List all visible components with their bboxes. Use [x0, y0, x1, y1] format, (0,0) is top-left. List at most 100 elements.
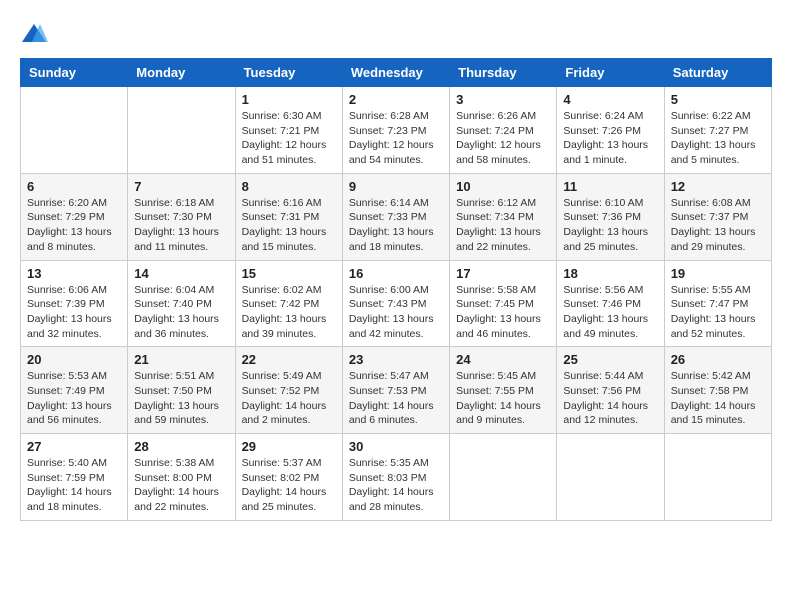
day-info: Sunrise: 6:30 AM Sunset: 7:21 PM Dayligh…	[242, 109, 336, 168]
calendar-cell	[557, 434, 664, 521]
calendar-cell: 10 Sunrise: 6:12 AM Sunset: 7:34 PM Dayli…	[450, 173, 557, 260]
day-header-sunday: Sunday	[21, 59, 128, 87]
calendar-cell: 16 Sunrise: 6:00 AM Sunset: 7:43 PM Dayli…	[342, 260, 449, 347]
day-number: 19	[671, 266, 765, 281]
day-number: 11	[563, 179, 657, 194]
day-number: 26	[671, 352, 765, 367]
day-info: Sunrise: 6:18 AM Sunset: 7:30 PM Dayligh…	[134, 196, 228, 255]
calendar-cell: 26 Sunrise: 5:42 AM Sunset: 7:58 PM Dayli…	[664, 347, 771, 434]
calendar-cell: 9 Sunrise: 6:14 AM Sunset: 7:33 PM Daylig…	[342, 173, 449, 260]
calendar-cell: 14Sunrise: 6:04 AM Sunset: 7:40 PM Dayli…	[128, 260, 235, 347]
day-number: 28	[134, 439, 228, 454]
calendar-cell: 23Sunrise: 5:47 AM Sunset: 7:53 PM Dayli…	[342, 347, 449, 434]
day-info: Sunrise: 6:08 AM Sunset: 7:37 PM Dayligh…	[671, 196, 765, 255]
day-number: 3	[456, 92, 550, 107]
day-number: 13	[27, 266, 121, 281]
day-info: Sunrise: 5:42 AM Sunset: 7:58 PM Dayligh…	[671, 369, 765, 428]
day-number: 23	[349, 352, 443, 367]
calendar-cell: 15 Sunrise: 6:02 AM Sunset: 7:42 PM Dayli…	[235, 260, 342, 347]
day-header-monday: Monday	[128, 59, 235, 87]
day-number: 20	[27, 352, 121, 367]
calendar-cell: 17Sunrise: 5:58 AM Sunset: 7:45 PM Dayli…	[450, 260, 557, 347]
day-info: Sunrise: 6:28 AM Sunset: 7:23 PM Dayligh…	[349, 109, 443, 168]
calendar-cell: 12 Sunrise: 6:08 AM Sunset: 7:37 PM Dayli…	[664, 173, 771, 260]
calendar-cell: 25 Sunrise: 5:44 AM Sunset: 7:56 PM Dayli…	[557, 347, 664, 434]
calendar-cell	[128, 87, 235, 174]
calendar-week-5: 27 Sunrise: 5:40 AM Sunset: 7:59 PM Dayli…	[21, 434, 772, 521]
day-info: Sunrise: 6:22 AM Sunset: 7:27 PM Dayligh…	[671, 109, 765, 168]
calendar-week-4: 20 Sunrise: 5:53 AM Sunset: 7:49 PM Dayli…	[21, 347, 772, 434]
day-header-friday: Friday	[557, 59, 664, 87]
logo-icon	[20, 20, 48, 48]
day-info: Sunrise: 5:40 AM Sunset: 7:59 PM Dayligh…	[27, 456, 121, 515]
day-number: 27	[27, 439, 121, 454]
logo	[20, 20, 52, 48]
calendar-cell: 22 Sunrise: 5:49 AM Sunset: 7:52 PM Dayli…	[235, 347, 342, 434]
day-info: Sunrise: 6:04 AM Sunset: 7:40 PM Dayligh…	[134, 283, 228, 342]
calendar-table: SundayMondayTuesdayWednesdayThursdayFrid…	[20, 58, 772, 521]
calendar-week-2: 6 Sunrise: 6:20 AM Sunset: 7:29 PM Daylig…	[21, 173, 772, 260]
day-info: Sunrise: 6:20 AM Sunset: 7:29 PM Dayligh…	[27, 196, 121, 255]
day-header-saturday: Saturday	[664, 59, 771, 87]
calendar-body: 1 Sunrise: 6:30 AM Sunset: 7:21 PM Daylig…	[21, 87, 772, 521]
calendar-cell	[450, 434, 557, 521]
day-number: 6	[27, 179, 121, 194]
day-number: 17	[456, 266, 550, 281]
day-info: Sunrise: 6:00 AM Sunset: 7:43 PM Dayligh…	[349, 283, 443, 342]
calendar-cell: 4 Sunrise: 6:24 AM Sunset: 7:26 PM Daylig…	[557, 87, 664, 174]
calendar-cell: 8 Sunrise: 6:16 AM Sunset: 7:31 PM Daylig…	[235, 173, 342, 260]
calendar-cell: 18Sunrise: 5:56 AM Sunset: 7:46 PM Dayli…	[557, 260, 664, 347]
calendar-cell: 20 Sunrise: 5:53 AM Sunset: 7:49 PM Dayli…	[21, 347, 128, 434]
day-header-row: SundayMondayTuesdayWednesdayThursdayFrid…	[21, 59, 772, 87]
day-header-thursday: Thursday	[450, 59, 557, 87]
day-info: Sunrise: 6:12 AM Sunset: 7:34 PM Dayligh…	[456, 196, 550, 255]
day-number: 12	[671, 179, 765, 194]
day-info: Sunrise: 6:26 AM Sunset: 7:24 PM Dayligh…	[456, 109, 550, 168]
calendar-cell	[664, 434, 771, 521]
calendar-cell: 2Sunrise: 6:28 AM Sunset: 7:23 PM Daylig…	[342, 87, 449, 174]
day-number: 21	[134, 352, 228, 367]
calendar-cell: 5Sunrise: 6:22 AM Sunset: 7:27 PM Daylig…	[664, 87, 771, 174]
day-number: 22	[242, 352, 336, 367]
day-number: 7	[134, 179, 228, 194]
day-number: 10	[456, 179, 550, 194]
calendar-cell: 3 Sunrise: 6:26 AM Sunset: 7:24 PM Daylig…	[450, 87, 557, 174]
day-number: 24	[456, 352, 550, 367]
day-number: 1	[242, 92, 336, 107]
day-number: 16	[349, 266, 443, 281]
day-info: Sunrise: 5:37 AM Sunset: 8:02 PM Dayligh…	[242, 456, 336, 515]
day-info: Sunrise: 5:49 AM Sunset: 7:52 PM Dayligh…	[242, 369, 336, 428]
day-info: Sunrise: 6:16 AM Sunset: 7:31 PM Dayligh…	[242, 196, 336, 255]
calendar-cell: 29 Sunrise: 5:37 AM Sunset: 8:02 PM Dayli…	[235, 434, 342, 521]
day-number: 29	[242, 439, 336, 454]
calendar-cell: 24Sunrise: 5:45 AM Sunset: 7:55 PM Dayli…	[450, 347, 557, 434]
calendar-cell: 13 Sunrise: 6:06 AM Sunset: 7:39 PM Dayli…	[21, 260, 128, 347]
calendar-week-3: 13 Sunrise: 6:06 AM Sunset: 7:39 PM Dayli…	[21, 260, 772, 347]
calendar-cell: 11 Sunrise: 6:10 AM Sunset: 7:36 PM Dayli…	[557, 173, 664, 260]
calendar-cell: 19Sunrise: 5:55 AM Sunset: 7:47 PM Dayli…	[664, 260, 771, 347]
calendar-cell: 28Sunrise: 5:38 AM Sunset: 8:00 PM Dayli…	[128, 434, 235, 521]
day-info: Sunrise: 5:44 AM Sunset: 7:56 PM Dayligh…	[563, 369, 657, 428]
day-info: Sunrise: 5:56 AM Sunset: 7:46 PM Dayligh…	[563, 283, 657, 342]
day-number: 15	[242, 266, 336, 281]
calendar-cell: 6 Sunrise: 6:20 AM Sunset: 7:29 PM Daylig…	[21, 173, 128, 260]
page-header	[20, 20, 772, 48]
day-header-wednesday: Wednesday	[342, 59, 449, 87]
calendar-cell: 7 Sunrise: 6:18 AM Sunset: 7:30 PM Daylig…	[128, 173, 235, 260]
day-info: Sunrise: 6:10 AM Sunset: 7:36 PM Dayligh…	[563, 196, 657, 255]
calendar-cell: 30Sunrise: 5:35 AM Sunset: 8:03 PM Dayli…	[342, 434, 449, 521]
day-info: Sunrise: 6:24 AM Sunset: 7:26 PM Dayligh…	[563, 109, 657, 168]
day-number: 8	[242, 179, 336, 194]
day-info: Sunrise: 5:53 AM Sunset: 7:49 PM Dayligh…	[27, 369, 121, 428]
day-info: Sunrise: 6:14 AM Sunset: 7:33 PM Dayligh…	[349, 196, 443, 255]
day-number: 4	[563, 92, 657, 107]
day-number: 25	[563, 352, 657, 367]
day-header-tuesday: Tuesday	[235, 59, 342, 87]
calendar-week-1: 1 Sunrise: 6:30 AM Sunset: 7:21 PM Daylig…	[21, 87, 772, 174]
calendar-header: SundayMondayTuesdayWednesdayThursdayFrid…	[21, 59, 772, 87]
day-info: Sunrise: 5:51 AM Sunset: 7:50 PM Dayligh…	[134, 369, 228, 428]
day-info: Sunrise: 6:06 AM Sunset: 7:39 PM Dayligh…	[27, 283, 121, 342]
day-info: Sunrise: 6:02 AM Sunset: 7:42 PM Dayligh…	[242, 283, 336, 342]
day-number: 9	[349, 179, 443, 194]
day-info: Sunrise: 5:35 AM Sunset: 8:03 PM Dayligh…	[349, 456, 443, 515]
